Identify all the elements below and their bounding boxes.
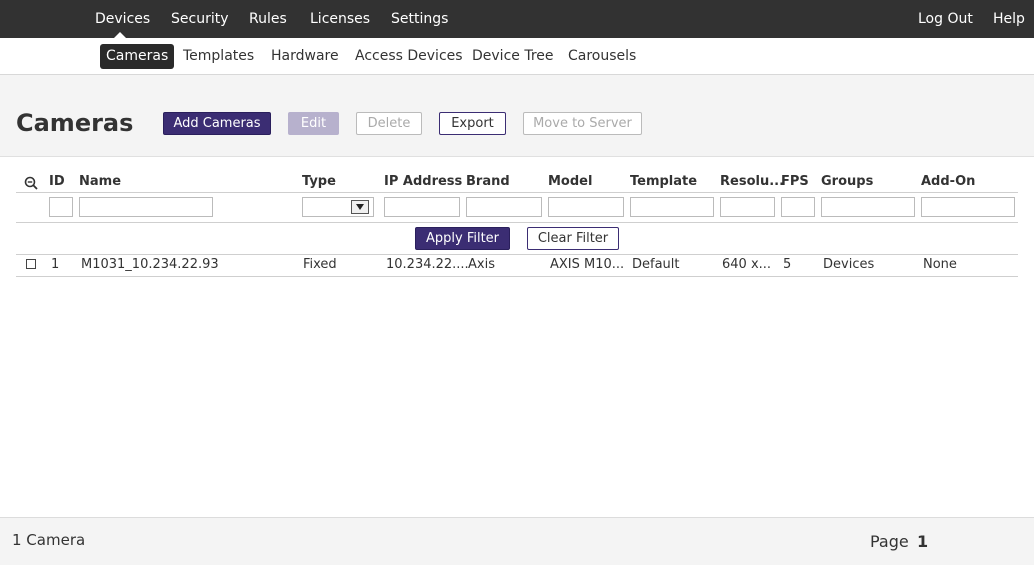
page-header: Cameras Add Cameras Edit Delete Export M… xyxy=(0,75,1034,157)
column-header-name[interactable]: Name xyxy=(79,174,121,189)
export-button[interactable]: Export xyxy=(439,112,506,135)
column-header-type[interactable]: Type xyxy=(302,174,336,189)
row-divider-top xyxy=(16,254,1018,255)
column-header-id[interactable]: ID xyxy=(49,174,65,189)
sub-nav-bar: Cameras Templates Hardware Access Device… xyxy=(0,38,1034,75)
cell-fps: 5 xyxy=(783,257,792,272)
cell-template: Default xyxy=(632,257,680,272)
page-number[interactable]: 1 xyxy=(917,532,928,551)
subnav-item-carousels[interactable]: Carousels xyxy=(568,44,636,69)
footer-bar: 1 Camera Page 1 xyxy=(0,517,1034,565)
column-header-fps[interactable]: FPS xyxy=(781,174,809,189)
nav-item-licenses[interactable]: Licenses xyxy=(310,0,370,38)
nav-item-rules[interactable]: Rules xyxy=(249,0,287,38)
edit-button[interactable]: Edit xyxy=(288,112,339,135)
header-divider xyxy=(16,192,1018,193)
nav-item-settings[interactable]: Settings xyxy=(391,0,448,38)
filter-model-input[interactable] xyxy=(548,197,624,217)
row-divider-bottom xyxy=(16,276,1018,277)
filter-id-input[interactable] xyxy=(49,197,73,217)
cell-add-on: None xyxy=(923,257,957,272)
page-title: Cameras xyxy=(16,109,134,137)
cell-id: 1 xyxy=(51,257,60,272)
nav-item-security[interactable]: Security xyxy=(171,0,229,38)
item-count: 1 Camera xyxy=(12,531,86,549)
cell-brand: Axis xyxy=(468,257,495,272)
filter-ip-input[interactable] xyxy=(384,197,460,217)
column-header-model[interactable]: Model xyxy=(548,174,592,189)
cell-type: Fixed xyxy=(303,257,337,272)
chevron-down-icon xyxy=(351,200,369,214)
row-checkbox[interactable] xyxy=(26,259,36,269)
clear-filter-button[interactable]: Clear Filter xyxy=(527,227,619,250)
subnav-item-cameras[interactable]: Cameras xyxy=(100,44,175,69)
logout-link[interactable]: Log Out xyxy=(918,0,973,38)
cell-groups: Devices xyxy=(823,257,875,272)
page-label: Page xyxy=(870,532,909,551)
column-header-add-on[interactable]: Add-On xyxy=(921,174,975,189)
filter-type-select[interactable] xyxy=(302,197,374,217)
help-link[interactable]: Help xyxy=(993,0,1025,38)
filter-brand-input[interactable] xyxy=(466,197,542,217)
column-header-template[interactable]: Template xyxy=(630,174,697,189)
add-cameras-button[interactable]: Add Cameras xyxy=(163,112,271,135)
apply-filter-button[interactable]: Apply Filter xyxy=(415,227,510,250)
delete-button[interactable]: Delete xyxy=(356,112,422,135)
move-to-server-button[interactable]: Move to Server xyxy=(523,112,642,135)
filter-groups-input[interactable] xyxy=(821,197,915,217)
column-header-brand[interactable]: Brand xyxy=(466,174,510,189)
filter-template-input[interactable] xyxy=(630,197,714,217)
cell-name: M1031_10.234.22.93 xyxy=(81,257,219,272)
column-header-groups[interactable]: Groups xyxy=(821,174,873,189)
zoom-out-icon[interactable] xyxy=(24,176,38,190)
cell-ip-address: 10.234.22.... xyxy=(386,257,469,272)
column-header-resolution[interactable]: Resolu... xyxy=(720,174,784,189)
cell-model: AXIS M10... xyxy=(550,257,625,272)
filter-add-on-input[interactable] xyxy=(921,197,1015,217)
subnav-item-hardware[interactable]: Hardware xyxy=(271,44,339,69)
subnav-item-device-tree[interactable]: Device Tree xyxy=(472,44,554,69)
filter-resolution-input[interactable] xyxy=(720,197,775,217)
top-nav-bar: Devices Security Rules Licenses Settings… xyxy=(0,0,1034,38)
filter-fps-input[interactable] xyxy=(781,197,815,217)
filter-divider xyxy=(16,222,1018,223)
subnav-item-templates[interactable]: Templates xyxy=(183,44,254,69)
cell-resolution: 640 x... xyxy=(722,257,772,272)
filter-name-input[interactable] xyxy=(79,197,213,217)
subnav-item-access-devices[interactable]: Access Devices xyxy=(355,44,463,69)
column-header-ip-address[interactable]: IP Address xyxy=(384,174,462,189)
